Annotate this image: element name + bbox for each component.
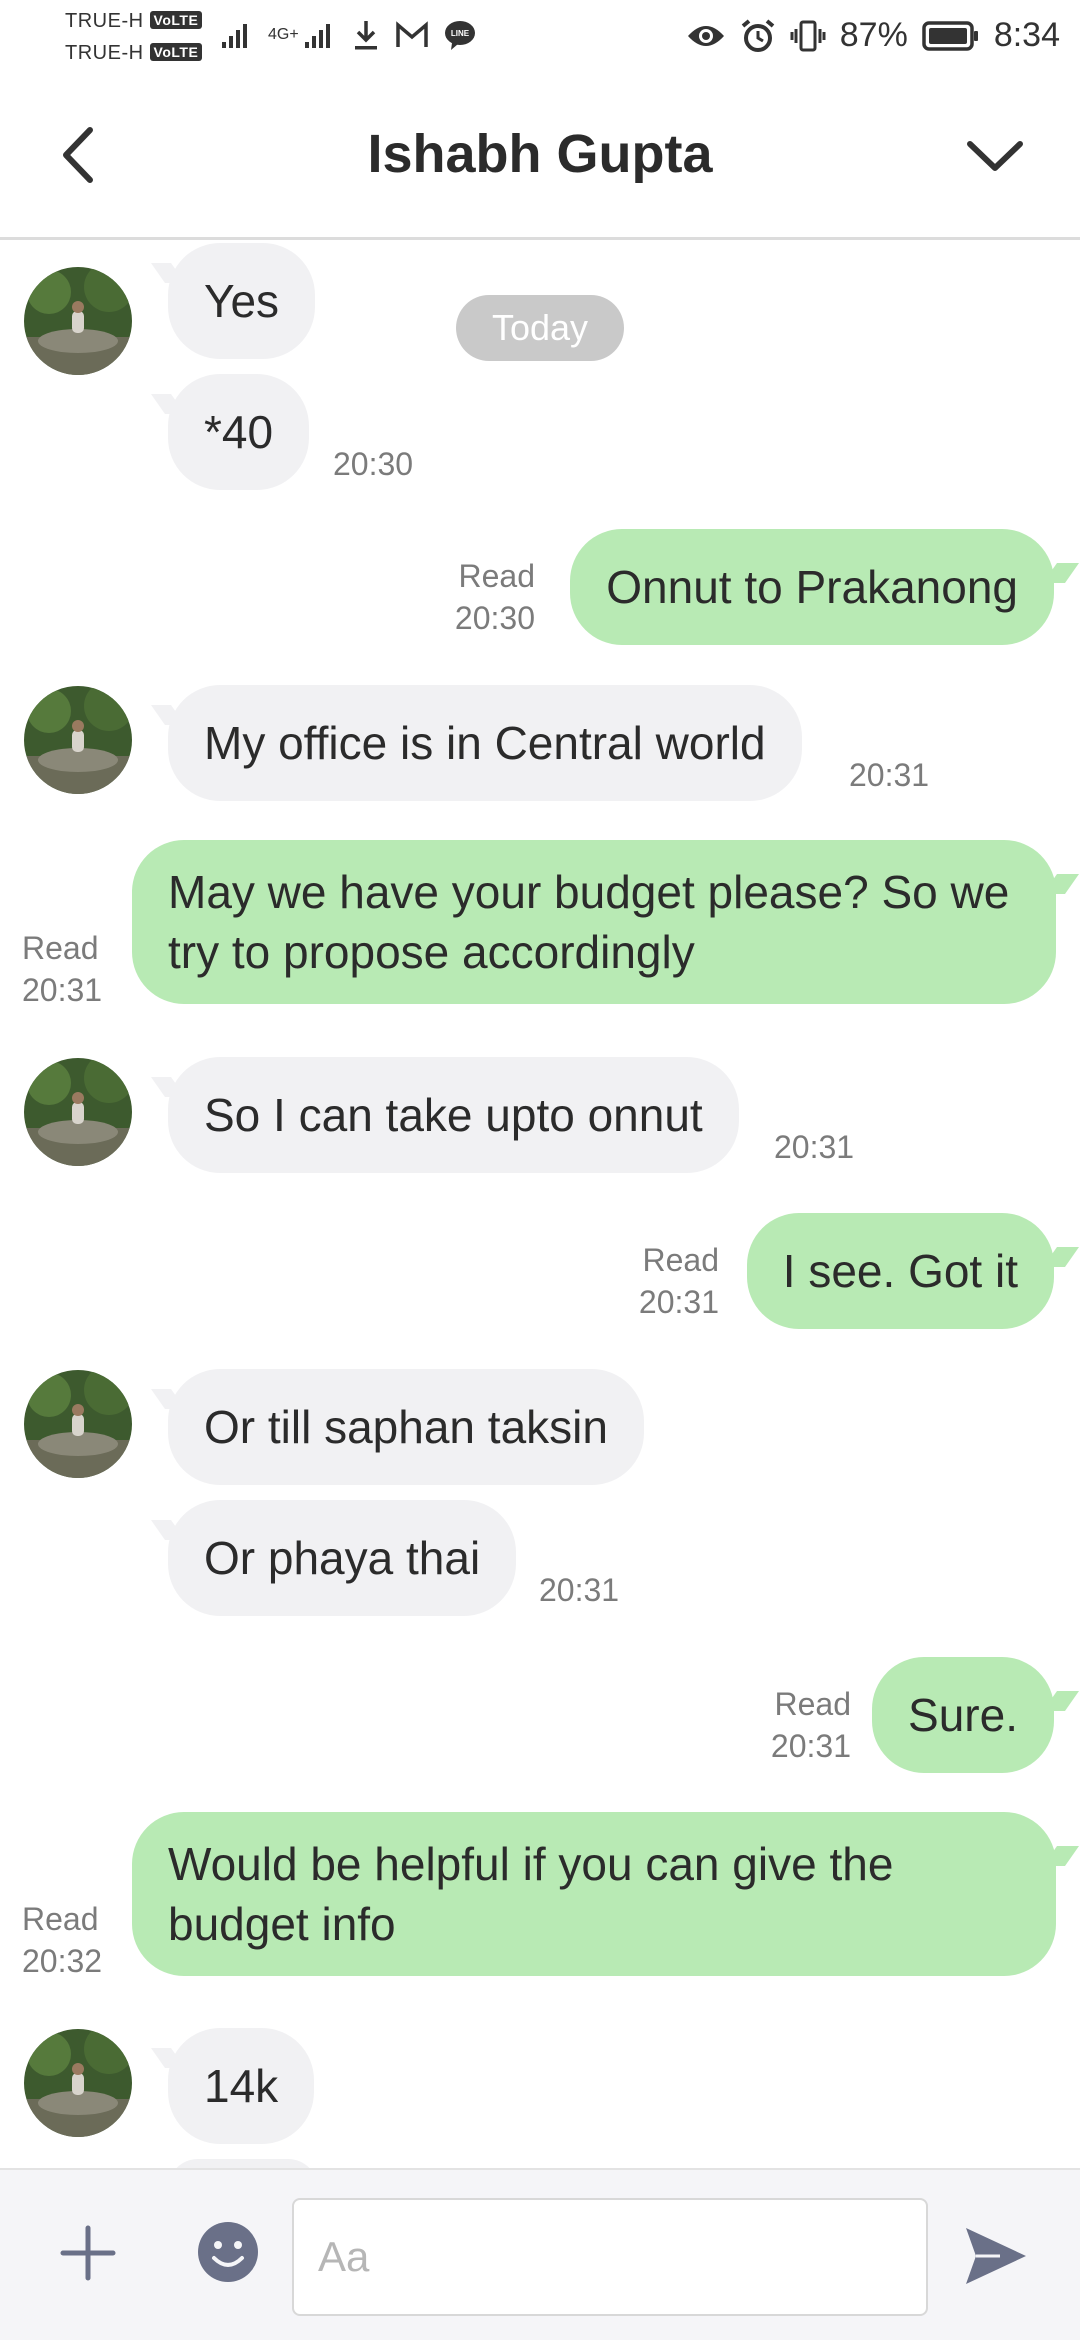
incoming-message-bubble[interactable]: Or till saphan taksin xyxy=(168,1369,644,1485)
plus-icon xyxy=(60,2225,116,2281)
message-time: 20:30 xyxy=(454,600,535,636)
outgoing-message-bubble[interactable]: Onnut to Prakanong xyxy=(570,529,1054,645)
send-button[interactable] xyxy=(960,2220,1032,2292)
message-time: 20:31 xyxy=(849,757,930,793)
outgoing-message-bubble[interactable]: May we have your budget please? So we tr… xyxy=(132,840,1056,1004)
message-meta: Read 20:30 xyxy=(455,555,535,639)
signal-icon xyxy=(222,24,247,48)
message-input[interactable] xyxy=(292,2198,928,2316)
volte-badge: VoLTE xyxy=(149,43,203,61)
message-meta: Read 20:31 xyxy=(771,1683,851,1767)
incoming-message-bubble[interactable]: My office is in Central world xyxy=(168,685,802,801)
status-icons-left: 4G+ LINE xyxy=(220,18,477,52)
read-receipt: Read xyxy=(774,1686,852,1722)
vibrate-icon xyxy=(790,20,826,51)
read-receipt: Read xyxy=(22,930,99,966)
message-time: 20:31 xyxy=(774,1129,855,1165)
outgoing-message-bubble[interactable]: I see. Got it xyxy=(746,1213,1054,1329)
message-meta: Read 20:31 xyxy=(22,927,102,1011)
send-icon xyxy=(966,2228,1026,2284)
outgoing-message-bubble[interactable]: Would be helpful if you can give the bud… xyxy=(132,1812,1056,1976)
message-list[interactable]: Yes Today *40 20:30 Read 20:30 Onnut to P… xyxy=(0,243,1080,2168)
add-attachment-button[interactable] xyxy=(55,2220,121,2286)
message-time: 20:31 xyxy=(770,1728,851,1764)
outgoing-message-bubble[interactable]: Sure. xyxy=(872,1657,1054,1773)
message-meta: Read 20:31 xyxy=(639,1239,719,1323)
gmail-icon xyxy=(395,21,428,47)
incoming-message-bubble-partial[interactable] xyxy=(168,2159,318,2168)
message-meta: Read 20:32 xyxy=(22,1898,102,1982)
message-input-bar xyxy=(0,2168,1080,2340)
carrier-label-1: TRUE-H VoLTE xyxy=(65,10,203,33)
message-time: 20:31 xyxy=(638,1284,719,1320)
incoming-message-bubble[interactable]: Yes xyxy=(168,243,316,359)
contact-avatar[interactable] xyxy=(24,1058,132,1166)
download-icon xyxy=(354,21,377,50)
contact-avatar[interactable] xyxy=(24,2029,132,2137)
chat-header: Ishabh Gupta xyxy=(0,75,1080,240)
incoming-message-bubble[interactable]: *40 xyxy=(168,374,310,490)
status-icons-right: 87% 8:34 xyxy=(686,16,1060,55)
status-bar: TRUE-H VoLTE TRUE-H VoLTE 4G+ LINE 87% 8:3… xyxy=(0,0,1080,75)
eye-icon xyxy=(687,25,724,46)
signal-icon xyxy=(304,24,330,48)
battery-icon xyxy=(922,20,978,51)
read-receipt: Read xyxy=(22,1901,99,1937)
incoming-message-bubble[interactable]: Or phaya thai xyxy=(168,1500,517,1616)
message-time: 20:32 xyxy=(22,1943,103,1979)
message-time: 20:31 xyxy=(539,1572,620,1608)
message-time: 20:30 xyxy=(333,446,414,482)
contact-avatar[interactable] xyxy=(24,686,132,794)
svg-text:LINE: LINE xyxy=(451,29,470,38)
incoming-message-bubble[interactable]: 14k xyxy=(168,2028,315,2144)
read-receipt: Read xyxy=(642,1242,720,1278)
carrier-label-2: TRUE-H VoLTE xyxy=(65,42,203,65)
incoming-message-bubble[interactable]: So I can take upto onnut xyxy=(168,1057,739,1173)
line-icon: LINE xyxy=(444,21,475,50)
contact-avatar[interactable] xyxy=(24,1370,132,1478)
date-divider: Today xyxy=(456,295,624,361)
contact-name-title: Ishabh Gupta xyxy=(367,124,713,184)
chevron-down-icon xyxy=(967,141,1023,171)
emoji-button[interactable] xyxy=(196,2220,260,2284)
alarm-icon xyxy=(741,18,775,52)
message-time: 20:31 xyxy=(22,972,103,1008)
read-receipt: Read xyxy=(458,558,536,594)
battery-percent: 87% xyxy=(839,16,908,54)
clock: 8:34 xyxy=(993,16,1060,54)
chat-menu-button[interactable] xyxy=(960,120,1030,190)
network-type: 4G+ xyxy=(268,26,299,43)
emoji-icon xyxy=(198,2222,258,2282)
contact-avatar[interactable] xyxy=(24,267,132,375)
volte-badge: VoLTE xyxy=(149,11,203,29)
